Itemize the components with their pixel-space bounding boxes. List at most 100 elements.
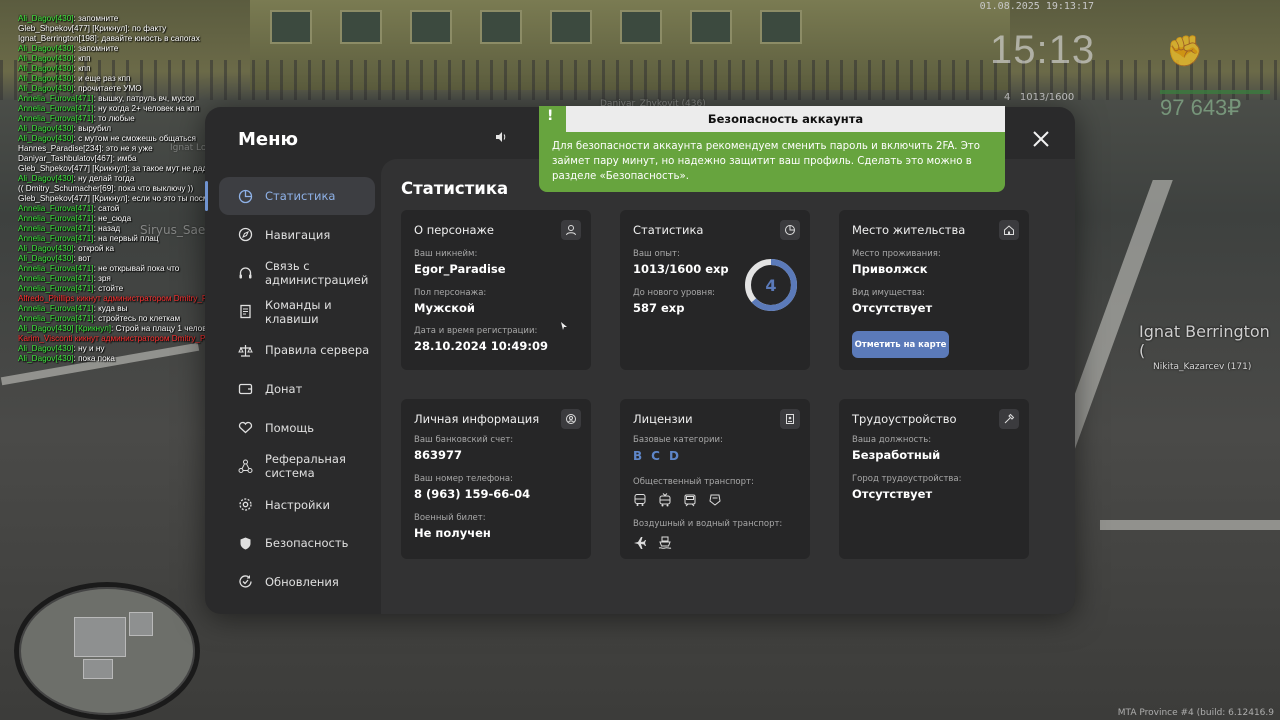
notice-text: Для безопасности аккаунта рекомендуем см…	[552, 141, 980, 182]
hud-money: 97 643₽	[1160, 95, 1242, 120]
chat-message: ну делай тогда	[78, 174, 135, 183]
plane-icon	[633, 535, 649, 551]
chat-message: стройтесь по клеткам	[98, 314, 181, 323]
nav-item-referral[interactable]: Реферальная система	[219, 447, 375, 485]
nav-item-stats[interactable]: Статистика	[205, 177, 375, 215]
chat-author: Ali_Dagov[430] [Крикнул]	[18, 324, 112, 333]
nav-item-label: Донат	[265, 381, 303, 396]
chat-message: открой ка	[78, 244, 115, 253]
air-water-label: Воздушный и водный транспорт:	[633, 519, 783, 529]
chat-line: Ali_Dagov[430]: открой ка	[18, 244, 115, 253]
nav-item-nav[interactable]: Навигация	[219, 216, 375, 254]
chat-author: Annelia_Furova[471]	[18, 94, 94, 103]
user-icon	[561, 220, 581, 240]
card-personal: Личная информация Ваш банковский счет: 8…	[401, 399, 591, 559]
chat-line: Ali_Dagov[430]: запомните	[18, 44, 119, 53]
card-licenses: Лицензии Базовые категории: BCD Обществе…	[620, 399, 810, 559]
fist-icon: ✊	[1166, 34, 1204, 69]
nav-item-label: Команды и клавиши	[265, 297, 332, 326]
home-icon	[999, 220, 1019, 240]
chat-message: вышку, патруль вч, мусор	[98, 94, 195, 103]
card-job: Трудоустройство Ваша должность: Безработ…	[839, 399, 1029, 559]
close-button[interactable]	[1028, 128, 1054, 154]
military-value: Не получен	[414, 526, 491, 540]
mark-on-map-button[interactable]: Отметить на карте	[852, 331, 949, 358]
public-transport-label: Общественный транспорт:	[633, 477, 754, 487]
shield-icon	[237, 535, 253, 551]
nav-item-label: Связь с администрацией	[265, 259, 369, 288]
chat-author: Annelia_Furova[471]	[18, 274, 94, 283]
chat-author: Ali_Dagov[430]	[18, 134, 74, 143]
chat-message: с мутом не сможешь общаться	[78, 134, 196, 143]
position-label: Ваша должность:	[852, 435, 932, 445]
chat-line: Gleb_Shpekov[477] [Крикнул]: за такое му…	[18, 164, 215, 173]
chat-line: Daniyar_Tashbulatov[467]: имба	[18, 154, 137, 163]
chat-message: не_сюда	[98, 214, 132, 223]
chat-line: Ali_Dagov[430]: кпп	[18, 64, 91, 73]
nav-item-help[interactable]: Помощь	[219, 409, 375, 447]
chat-line: Ali_Dagov[430]: прочитаете УМО	[18, 84, 142, 93]
chat-message: на первый плац	[98, 234, 159, 243]
chat-line: Alfredo_Phillips кикнут администратором …	[18, 294, 228, 304]
chat-message: кпп	[78, 64, 91, 73]
nav-item-commands[interactable]: Команды и клавиши	[219, 293, 375, 331]
card-title: Место жительства	[852, 223, 966, 237]
player-nameplate-small: Nikita_Kazarcev (171)	[1153, 362, 1252, 372]
chat-author: Annelia_Furova[471]	[18, 114, 94, 123]
wallet-icon	[237, 381, 253, 397]
metro-icon	[708, 493, 724, 509]
category-c: C	[651, 449, 660, 463]
chat-author: Annelia_Furova[471]	[18, 284, 94, 293]
chat-line: Ali_Dagov[430]: вырубил	[18, 124, 112, 133]
nav-item-updates[interactable]: Обновления	[219, 563, 375, 601]
chat-message: за такое мут не дадут	[132, 164, 215, 173]
card-title: Статистика	[633, 223, 704, 237]
phone-value: 8 (963) 159-66-04	[414, 487, 531, 501]
chat-author: Hannes_Paradise[234]	[18, 144, 102, 153]
pie-chart-icon	[237, 188, 253, 204]
chat-author: Annelia_Furova[471]	[18, 314, 94, 323]
scales-icon	[237, 342, 253, 358]
chat-message: ну когда 2+ человек на кпп	[98, 104, 200, 113]
chat-author: Annelia_Furova[471]	[18, 234, 94, 243]
chat-author: Ali_Dagov[430]	[18, 74, 74, 83]
bank-label: Ваш банковский счет:	[414, 435, 514, 445]
nav-item-label: Настройки	[265, 497, 330, 512]
nav-item-donate[interactable]: Донат	[219, 370, 375, 408]
hud-xp: 4 1013/1600	[1004, 92, 1074, 103]
hud-level: 4	[1004, 92, 1011, 103]
chat-line: Ali_Dagov[430]: с мутом не сможешь общат…	[18, 134, 196, 143]
chat-line: Annelia_Furova[471]: стройтесь по клетка…	[18, 314, 181, 323]
pie-chart-icon	[780, 220, 800, 240]
security-notice[interactable]: ! Безопасность аккаунта Для безопасности…	[539, 106, 1005, 192]
chat-author: Annelia_Furova[471]	[18, 104, 94, 113]
content-title: Статистика	[401, 179, 509, 198]
chat-author: Ali_Dagov[430]	[18, 54, 74, 63]
chat-line: Annelia_Furova[471]: не открывай пока чт…	[18, 264, 180, 273]
minimap[interactable]	[14, 582, 200, 720]
sound-icon[interactable]	[495, 131, 507, 146]
chat-message: имба	[117, 154, 137, 163]
nav-item-support[interactable]: Связь с администрацией	[219, 254, 375, 292]
nav-item-rules[interactable]: Правила сервера	[219, 331, 375, 369]
chat-author: Ali_Dagov[430]	[18, 14, 74, 23]
hud-health-bar	[1160, 90, 1270, 94]
network-icon	[237, 458, 253, 474]
menu-title: Меню	[238, 129, 299, 150]
place-value: Приволжск	[852, 262, 928, 276]
chat-line: Gleb_Shpekov[477] [Крикнул]: по факту	[18, 24, 167, 33]
nav-item-security[interactable]: Безопасность	[219, 524, 375, 562]
hud-xp-value: 1013/1600	[1019, 92, 1075, 103]
menu-nav: Статистика Навигация Связь с администрацие…	[205, 177, 375, 602]
chat-author: Ali_Dagov[430]	[18, 84, 74, 93]
id-card-icon	[780, 409, 800, 429]
chat-message: вот	[78, 254, 91, 263]
exclamation-icon: !	[547, 108, 554, 124]
notice-title: Безопасность аккаунта	[566, 106, 1005, 132]
chat-line: Annelia_Furova[471]: назад	[18, 224, 121, 233]
chat-log: Ali_Dagov[430]: запомните Gleb_Shpekov[47…	[18, 14, 228, 364]
nav-item-settings[interactable]: Настройки	[219, 486, 375, 524]
license-categories: BCD	[633, 449, 723, 463]
chat-message: давайте юность в сапогах	[101, 34, 200, 43]
compass-icon	[237, 227, 253, 243]
